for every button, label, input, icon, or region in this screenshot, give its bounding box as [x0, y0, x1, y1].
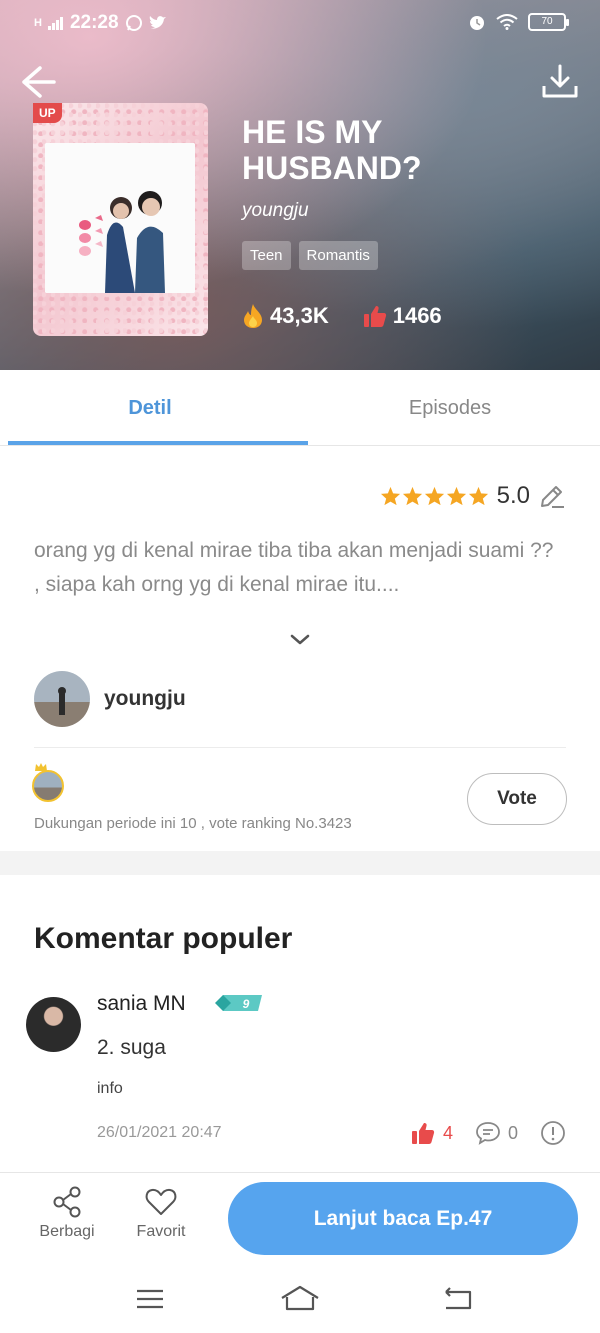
heart-icon	[145, 1188, 177, 1215]
views-stat: 43,3K	[242, 303, 329, 329]
star-icon	[424, 486, 444, 506]
comment-date: 26/01/2021 20:47	[97, 1124, 222, 1141]
vote-button[interactable]: Vote	[467, 773, 567, 825]
star-icon	[402, 486, 422, 506]
clock: 22:28	[69, 12, 119, 33]
wifi-icon	[496, 14, 518, 30]
user-level-badge: 9	[215, 994, 263, 1012]
comment-like-count: 4	[442, 1122, 453, 1143]
star-icon	[468, 486, 488, 506]
tab-bar: Detil Episodes	[0, 370, 600, 446]
author-profile[interactable]: youngju	[34, 671, 186, 727]
expand-synopsis-button[interactable]	[289, 630, 311, 650]
star-icon	[380, 486, 400, 506]
whatsapp-icon	[125, 15, 142, 31]
continue-reading-button[interactable]: Lanjut baca Ep.47	[228, 1182, 578, 1255]
author-name: youngju	[104, 687, 186, 710]
book-cover[interactable]: 2021	[33, 103, 208, 336]
home-icon	[281, 1285, 319, 1311]
comment-reply-count: 0	[507, 1122, 518, 1143]
tag-list: Teen Romantis	[242, 241, 378, 270]
tab-detil[interactable]: Detil	[0, 370, 300, 445]
menu-button[interactable]	[130, 1284, 170, 1314]
favorite-label: Favorit	[136, 1223, 186, 1240]
book-title: HE IS MY HUSBAND?	[242, 114, 422, 186]
system-navigation-bar	[0, 1264, 600, 1333]
book-author[interactable]: youngju	[242, 200, 309, 222]
signal-icon	[47, 17, 63, 30]
download-button[interactable]	[540, 62, 580, 102]
battery-indicator: 70	[528, 13, 569, 31]
cover-artwork	[45, 143, 195, 293]
likes-stat: 1466	[363, 303, 442, 329]
book-stats: 43,3K 1466	[242, 303, 442, 329]
comment-subtext: info	[97, 1080, 123, 1097]
update-badge: UP	[33, 103, 62, 123]
report-icon	[541, 1121, 565, 1145]
thumbs-up-icon	[363, 306, 386, 327]
divider	[34, 747, 566, 748]
rating: 5.0	[380, 482, 566, 510]
alarm-icon	[470, 16, 484, 30]
thumbs-up-icon	[411, 1123, 435, 1144]
comment-reply-button[interactable]: 0	[475, 1121, 518, 1145]
menu-icon	[137, 1289, 163, 1309]
vote-ranking-text: Dukungan periode ini 10 , vote ranking N…	[34, 815, 352, 832]
commenter-avatar[interactable]	[26, 997, 81, 1052]
network-indicator: H	[34, 17, 42, 29]
favorite-button[interactable]: Favorit	[126, 1185, 196, 1241]
comment-icon	[476, 1122, 500, 1145]
back-button[interactable]	[18, 62, 58, 102]
comment-report-button[interactable]	[540, 1120, 566, 1146]
comment-text: 2. suga	[97, 1036, 166, 1059]
download-icon	[542, 64, 578, 98]
supporter-avatar	[32, 770, 64, 802]
back-system-button[interactable]	[437, 1284, 477, 1314]
edit-icon[interactable]	[538, 482, 566, 510]
share-icon	[53, 1186, 81, 1218]
tab-episodes[interactable]: Episodes	[300, 370, 600, 445]
book-header: H 22:28 70 2021	[0, 0, 600, 370]
tag-teen[interactable]: Teen	[242, 241, 291, 270]
likes-count: 1466	[392, 303, 442, 328]
active-tab-indicator	[8, 441, 308, 445]
user-level: 9	[243, 997, 250, 1011]
views-count: 43,3K	[270, 303, 329, 328]
synopsis: orang yg di kenal mirae tiba tiba akan m…	[34, 539, 554, 596]
share-label: Berbagi	[39, 1223, 95, 1240]
comment-actions: 4 0	[410, 1120, 566, 1146]
status-bar: H 22:28 70	[0, 0, 600, 44]
commenter-name[interactable]: sania MN	[97, 992, 186, 1016]
comment-like-button[interactable]: 4	[410, 1121, 453, 1145]
tag-romantis[interactable]: Romantis	[298, 241, 378, 270]
chevron-down-icon	[290, 634, 310, 645]
star-icon	[446, 486, 466, 506]
share-button[interactable]: Berbagi	[32, 1185, 102, 1241]
rating-value: 5.0	[496, 482, 530, 509]
fire-icon	[244, 304, 262, 328]
section-separator	[0, 851, 600, 875]
home-button[interactable]	[280, 1284, 320, 1314]
return-icon	[445, 1287, 472, 1310]
author-avatar	[34, 671, 90, 727]
twitter-icon	[149, 16, 166, 29]
back-arrow-icon	[22, 66, 56, 98]
comments-title: Komentar populer	[34, 922, 293, 955]
bottom-action-bar: Berbagi Favorit Lanjut baca Ep.47	[0, 1172, 600, 1264]
rating-stars	[380, 486, 489, 506]
